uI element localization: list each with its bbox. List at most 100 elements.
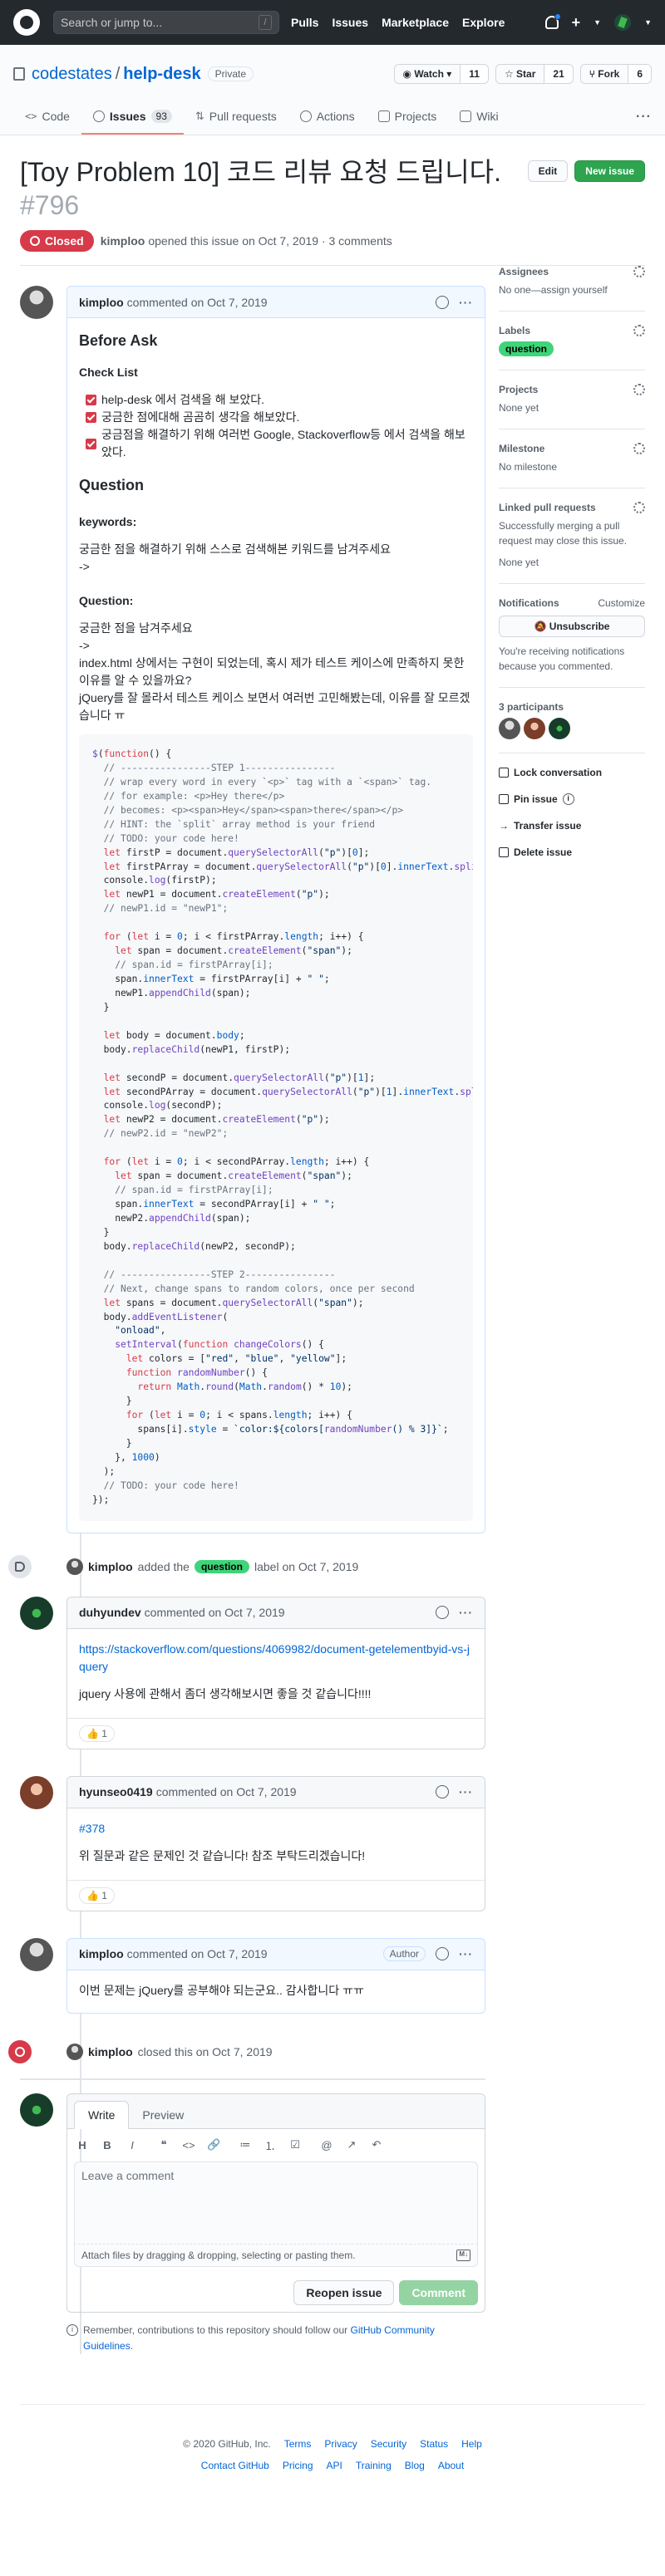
lock-conversation-button[interactable]: Lock conversation [499, 760, 645, 787]
issue-author-link[interactable]: kimploo [101, 234, 145, 248]
event-actor-link[interactable]: kimploo [88, 2045, 133, 2058]
watch-count[interactable]: 11 [461, 65, 488, 83]
comment-author-link[interactable]: kimploo [79, 1947, 124, 1960]
gear-icon[interactable] [633, 502, 645, 513]
link-icon[interactable]: 🔗 [207, 2138, 220, 2152]
star-button[interactable]: ☆ Star 21 [495, 64, 574, 84]
comment-author-link[interactable]: hyunseo0419 [79, 1785, 153, 1798]
comment-textarea[interactable]: Leave a comment [74, 2161, 478, 2245]
more-options-icon[interactable]: ··· [459, 1785, 473, 1798]
footer-link-pricing[interactable]: Pricing [283, 2460, 313, 2471]
create-new-plus-icon[interactable]: + [572, 14, 581, 32]
search-input[interactable]: Search or jump to... / [53, 11, 279, 34]
sidebar-heading[interactable]: Linked pull requests [499, 502, 596, 513]
avatar[interactable] [20, 1596, 53, 1630]
bold-icon[interactable]: B [101, 2139, 114, 2152]
heading-icon[interactable]: H [76, 2139, 89, 2152]
fork-button[interactable]: ⑂ Fork 6 [579, 64, 652, 84]
nav-explore[interactable]: Explore [462, 16, 505, 29]
footer-link-blog[interactable]: Blog [405, 2460, 425, 2471]
comment-button[interactable]: Comment [399, 2279, 478, 2305]
add-reaction-icon[interactable] [436, 1606, 449, 1620]
checkbox[interactable] [86, 438, 96, 449]
issue-reference-link[interactable]: #378 [79, 1822, 105, 1835]
watch-button[interactable]: ◉ Watch ▾ 11 [393, 64, 489, 84]
label-badge[interactable]: question [194, 1559, 249, 1573]
thumbs-up-reaction[interactable]: 👍 1 [79, 1887, 115, 1904]
avatar[interactable] [20, 1775, 53, 1809]
thumbs-up-reaction[interactable]: 👍 1 [79, 1725, 115, 1742]
code-icon[interactable]: <> [182, 2139, 195, 2152]
comment-author-link[interactable]: kimploo [79, 296, 124, 309]
footer-link-about[interactable]: About [438, 2460, 464, 2471]
sidebar-heading[interactable]: Assignees [499, 266, 549, 277]
avatar[interactable] [66, 2043, 83, 2060]
event-actor-link[interactable]: kimploo [88, 1560, 133, 1573]
avatar[interactable] [20, 1937, 53, 1971]
bullet-list-icon[interactable]: ≔ [239, 2138, 252, 2152]
gear-icon[interactable] [633, 266, 645, 277]
transfer-issue-button[interactable]: → Transfer issue [499, 813, 645, 840]
avatar[interactable] [549, 718, 570, 739]
saved-reply-icon[interactable]: ↶ [370, 2138, 383, 2152]
avatar[interactable] [66, 1558, 83, 1575]
user-avatar[interactable] [614, 14, 632, 31]
delete-issue-button[interactable]: Delete issue [499, 840, 645, 866]
attach-files-bar[interactable]: Attach files by dragging & dropping, sel… [74, 2244, 478, 2267]
numbered-list-icon[interactable]: ⒈ [264, 2137, 277, 2153]
cross-reference-icon[interactable]: ↗ [345, 2138, 358, 2152]
sidebar-heading[interactable]: Projects [499, 384, 538, 395]
notifications-bell-icon[interactable] [544, 13, 561, 29]
pin-issue-button[interactable]: Pin issue i [499, 787, 645, 813]
sidebar-heading[interactable]: Milestone [499, 443, 544, 454]
mention-icon[interactable]: @ [320, 2139, 333, 2152]
edit-button[interactable]: Edit [527, 160, 569, 182]
star-count[interactable]: 21 [544, 65, 573, 83]
footer-link-privacy[interactable]: Privacy [324, 2438, 357, 2450]
customize-link[interactable]: Customize [598, 597, 645, 609]
footer-link-security[interactable]: Security [371, 2438, 406, 2450]
comment-author-link[interactable]: duhyundev [79, 1606, 141, 1619]
add-reaction-icon[interactable] [436, 1785, 449, 1799]
gear-icon[interactable] [633, 325, 645, 336]
more-tabs-icon[interactable]: ··· [636, 110, 652, 135]
tab-actions[interactable]: Actions [288, 110, 367, 135]
footer-link-api[interactable]: API [327, 2460, 342, 2471]
nav-issues[interactable]: Issues [332, 16, 368, 29]
checkbox[interactable] [86, 412, 96, 423]
avatar[interactable] [20, 2093, 53, 2127]
avatar[interactable] [20, 286, 53, 319]
more-options-icon[interactable]: ··· [459, 1606, 473, 1619]
gear-icon[interactable] [633, 443, 645, 454]
gear-icon[interactable] [633, 384, 645, 395]
assignees-text[interactable]: No one—assign yourself [499, 282, 645, 297]
nav-pulls[interactable]: Pulls [291, 16, 318, 29]
nav-marketplace[interactable]: Marketplace [382, 16, 449, 29]
github-logo-icon[interactable] [13, 9, 40, 36]
tab-code[interactable]: <> Code [13, 110, 81, 135]
italic-icon[interactable]: I [126, 2139, 139, 2152]
chevron-down-icon[interactable]: ▼ [644, 18, 652, 27]
footer-link-contact[interactable]: Contact GitHub [201, 2460, 269, 2471]
reopen-issue-button[interactable]: Reopen issue [293, 2279, 395, 2305]
repo-name-link[interactable]: help-desk [123, 65, 200, 84]
tab-preview[interactable]: Preview [129, 2102, 197, 2128]
label-badge[interactable]: question [499, 341, 554, 356]
repo-owner-link[interactable]: codestates [32, 65, 112, 84]
sidebar-heading[interactable]: Labels [499, 325, 530, 336]
task-list-icon[interactable]: ☑ [288, 2138, 302, 2152]
tab-wiki[interactable]: Wiki [448, 110, 510, 135]
tab-projects[interactable]: Projects [367, 110, 449, 135]
chevron-down-icon[interactable]: ▼ [594, 18, 601, 27]
avatar[interactable] [499, 718, 520, 739]
add-reaction-icon[interactable] [436, 1947, 449, 1961]
unsubscribe-button[interactable]: 🔕 Unsubscribe [499, 616, 645, 637]
more-options-icon[interactable]: ··· [459, 1947, 473, 1960]
quote-icon[interactable]: ❝ [157, 2138, 170, 2152]
add-reaction-icon[interactable] [436, 295, 449, 309]
avatar[interactable] [524, 718, 545, 739]
more-options-icon[interactable]: ··· [459, 296, 473, 309]
footer-link-status[interactable]: Status [420, 2438, 448, 2450]
fork-count[interactable]: 6 [628, 65, 651, 83]
checkbox[interactable] [86, 395, 96, 405]
